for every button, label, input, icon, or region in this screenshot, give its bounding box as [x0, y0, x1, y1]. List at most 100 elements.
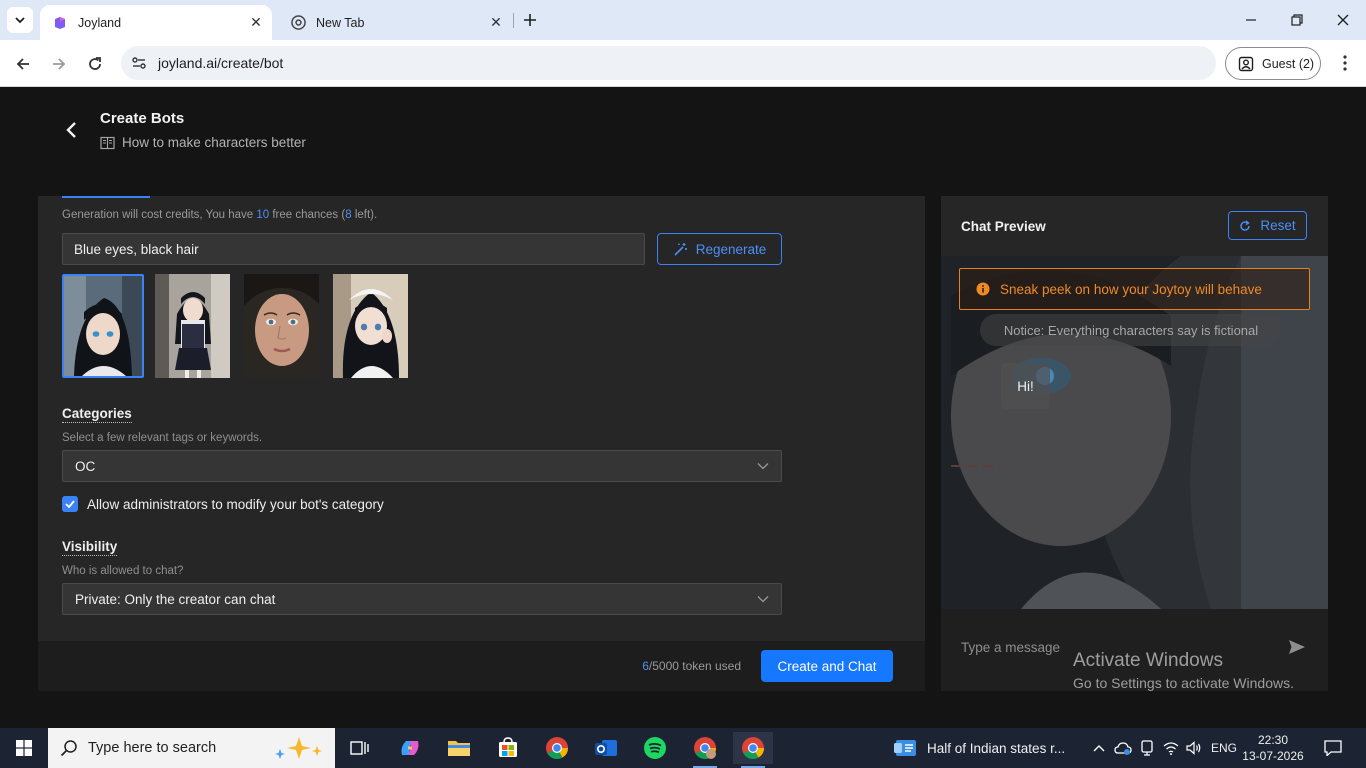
copilot-icon [401, 741, 419, 755]
watermark-line-1: Activate Windows [1073, 650, 1223, 671]
address-bar[interactable]: joyland.ai/create/bot [121, 46, 1216, 80]
activate-windows-watermark: Activate Windows Go to Settings to activ… [1073, 650, 1294, 691]
credits-note: Generation will cost credits, You have 1… [62, 209, 377, 221]
joyland-favicon-icon [52, 15, 68, 31]
allow-admin-label: Allow administrators to modify your bot'… [87, 496, 384, 512]
notifications-button[interactable] [1320, 728, 1346, 768]
create-and-chat-button[interactable]: Create and Chat [761, 650, 893, 682]
clock[interactable]: 22:30 13-07-2026 [1242, 732, 1304, 764]
start-button[interactable] [0, 728, 48, 768]
visibility-select[interactable]: Private: Only the creator can chat [62, 583, 782, 615]
credits-middle: free chances ( [269, 209, 346, 221]
token-rest: /5000 token used [648, 659, 741, 673]
spotify-button[interactable] [635, 732, 675, 764]
categories-value: OC [75, 458, 96, 474]
generated-image-3[interactable] [244, 274, 319, 378]
taskbar-search-box[interactable]: Type here to search [48, 728, 335, 768]
reset-button[interactable]: Reset [1228, 211, 1307, 240]
close-icon [1337, 14, 1349, 26]
site-settings-icon[interactable] [128, 52, 150, 74]
folder-icon [448, 741, 470, 756]
volume-tray-button[interactable] [1183, 728, 1205, 768]
book-icon [100, 136, 115, 150]
generated-image-4[interactable] [333, 274, 408, 378]
close-window-button[interactable] [1320, 0, 1366, 40]
tab-divider [513, 13, 514, 28]
microsoft-store-button[interactable] [488, 732, 528, 764]
help-link[interactable]: How to make characters better [100, 135, 306, 150]
back-button[interactable] [60, 117, 82, 143]
regenerate-label: Regenerate [695, 241, 767, 257]
tab-title: Joyland [78, 15, 122, 30]
regenerate-button[interactable]: Regenerate [657, 233, 782, 265]
reset-icon [1239, 219, 1251, 232]
chat-preview-panel: Chat Preview Reset Sneak peek on how you… [941, 196, 1328, 691]
chrome-taskbar-button-active[interactable] [733, 732, 773, 768]
clock-time: 22:30 [1257, 733, 1289, 747]
categories-select[interactable]: OC [62, 450, 782, 482]
token-used: 6 [642, 659, 649, 673]
watermark-line-2: Go to Settings to activate Windows. [1073, 675, 1294, 691]
restore-button[interactable] [1274, 0, 1320, 40]
chevron-down-icon [757, 463, 769, 470]
reset-label: Reset [1260, 218, 1296, 233]
close-tab-icon[interactable]: ✕ [246, 13, 266, 33]
form-footer: 6/5000 token used Create and Chat [38, 641, 925, 691]
chrome-favicon-icon [290, 15, 306, 31]
copilot-app-button[interactable] [390, 732, 430, 764]
chrome-icon [546, 737, 568, 759]
visibility-value: Private: Only the creator can chat [75, 591, 276, 607]
browser-menu-button[interactable] [1333, 51, 1357, 75]
tab-search-button[interactable] [7, 7, 33, 33]
file-explorer-button[interactable] [439, 732, 479, 764]
cloud-icon [1114, 742, 1132, 755]
tab-new-tab[interactable]: New Tab ✕ [278, 5, 512, 40]
close-tab-icon[interactable]: ✕ [486, 13, 506, 33]
task-view-button[interactable] [340, 732, 380, 764]
notification-icon [1324, 740, 1342, 756]
tab-joyland[interactable]: Joyland ✕ [40, 5, 272, 40]
bot-message-bubble: Hi! [1001, 363, 1050, 409]
profile-label: Guest (2) [1262, 56, 1315, 71]
minimize-button[interactable] [1228, 0, 1274, 40]
outlook-icon [595, 740, 617, 756]
windows-logo-icon [16, 740, 32, 756]
chevron-down-icon [15, 17, 25, 24]
new-tab-button[interactable] [519, 9, 541, 31]
generated-image-1[interactable] [62, 274, 144, 378]
windows-taskbar: Type here to search Half of Indian state… [0, 728, 1366, 768]
network-tray-button[interactable] [1160, 728, 1182, 768]
help-link-label: How to make characters better [122, 135, 306, 150]
chrome-taskbar-button-2[interactable] [685, 732, 725, 768]
categories-label: Categories [62, 406, 132, 423]
magic-wand-icon [673, 242, 688, 257]
meet-now-tray-button[interactable] [1136, 728, 1158, 768]
active-tab-indicator [62, 196, 150, 198]
fiction-notice: Notice: Everything characters say is fic… [980, 314, 1282, 346]
language-indicator[interactable]: ENG [1207, 728, 1241, 768]
clock-date: 13-07-2026 [1242, 749, 1304, 763]
arrow-right-icon [53, 58, 66, 70]
wifi-icon [1163, 742, 1179, 755]
show-hidden-icons-button[interactable] [1088, 728, 1110, 768]
credits-prefix: Generation will cost credits, You have [62, 209, 257, 221]
generated-image-2[interactable] [155, 274, 230, 378]
forward-nav-button[interactable] [45, 50, 73, 78]
onedrive-tray-button[interactable] [1112, 728, 1134, 768]
spotify-icon [644, 737, 666, 759]
checkmark-icon [65, 500, 75, 508]
plus-icon [524, 14, 536, 26]
news-widget[interactable]: Half of Indian states r... [893, 728, 1065, 768]
outlook-button[interactable] [586, 732, 626, 764]
reload-button[interactable] [81, 50, 109, 78]
chrome-taskbar-button-1[interactable] [537, 732, 577, 764]
back-nav-button[interactable] [9, 50, 37, 78]
more-vertical-icon [1343, 55, 1347, 71]
credits-suffix: left). [351, 209, 378, 221]
profile-button[interactable]: Guest (2) [1225, 47, 1321, 80]
allow-admin-checkbox-row[interactable]: Allow administrators to modify your bot'… [62, 496, 384, 512]
store-icon [499, 737, 517, 757]
allow-admin-checkbox[interactable] [62, 496, 78, 512]
image-prompt-input[interactable] [62, 233, 645, 265]
news-icon [893, 738, 917, 758]
